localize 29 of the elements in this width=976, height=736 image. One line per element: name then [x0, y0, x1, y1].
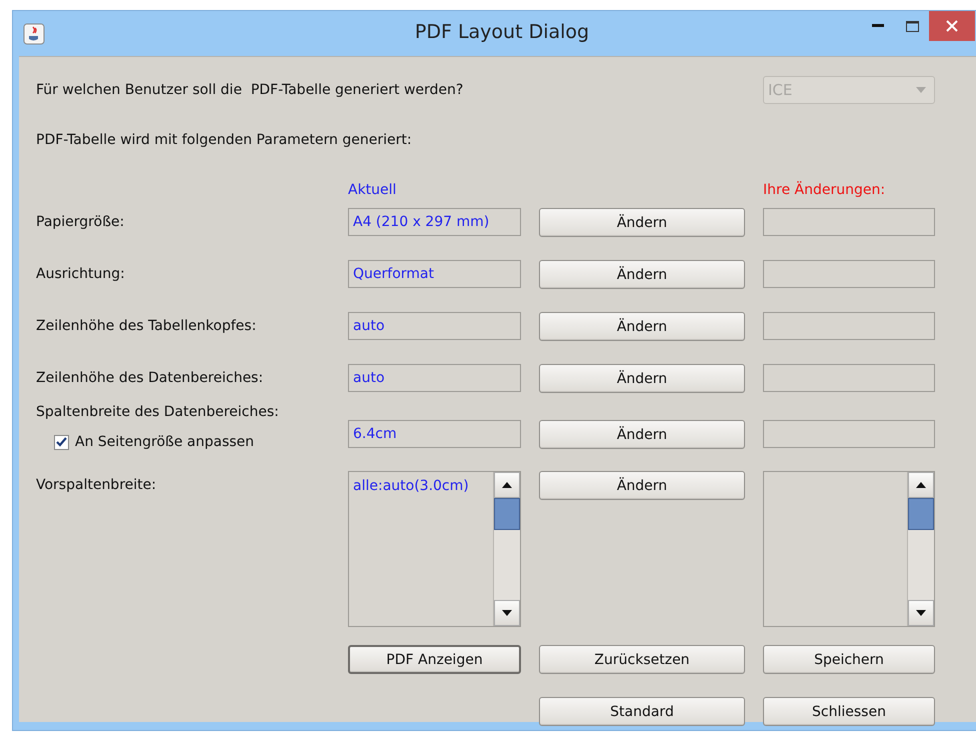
- column-header: Ihre Änderungen:: [763, 182, 886, 198]
- change-button[interactable]: Ändern: [539, 312, 745, 341]
- dialog-button[interactable]: Speichern: [763, 645, 935, 674]
- row-label: Spaltenbreite des Datenbereiches:: [36, 404, 280, 420]
- change-button[interactable]: Ändern: [539, 471, 745, 500]
- row-label: Papiergröße:: [36, 213, 126, 230]
- change-button[interactable]: Ändern: [539, 420, 745, 449]
- current-value-field: auto: [348, 312, 521, 340]
- checkbox-label: An Seitengröße anpassen: [75, 434, 254, 450]
- current-value-field: A4 (210 x 297 mm): [348, 208, 521, 236]
- current-value-field: Querformat: [348, 260, 521, 288]
- row-label: Ausrichtung:: [36, 265, 126, 282]
- change-button[interactable]: Ändern: [539, 260, 745, 289]
- intro-label: PDF-Tabelle wird mit folgenden Parametern generiert:: [36, 131, 413, 150]
- column-header: Aktuell: [348, 182, 398, 198]
- dialog-button[interactable]: Standard: [539, 697, 745, 726]
- window-title: PDF Layout Dialog: [414, 21, 590, 43]
- change-button[interactable]: Ändern: [539, 364, 745, 393]
- current-value-field: auto: [348, 364, 521, 392]
- row-label: Zeilenhöhe des Datenbereiches:: [36, 369, 264, 386]
- question-label: Für welchen Benutzer soll die PDF-Tabelle generiert werden?: [36, 82, 464, 98]
- list-item: alle:auto(3.0cm): [352, 477, 470, 496]
- current-value-field: 6.4cm: [348, 420, 521, 448]
- dialog-button[interactable]: Schliessen: [763, 697, 935, 726]
- row-label: Vorspaltenbreite:: [36, 476, 158, 493]
- change-button[interactable]: Ändern: [539, 208, 745, 237]
- row-label: Zeilenhöhe des Tabellenkopfes:: [36, 317, 258, 334]
- dialog-button[interactable]: Zurücksetzen: [539, 645, 745, 674]
- dialog-button[interactable]: PDF Anzeigen: [348, 645, 521, 674]
